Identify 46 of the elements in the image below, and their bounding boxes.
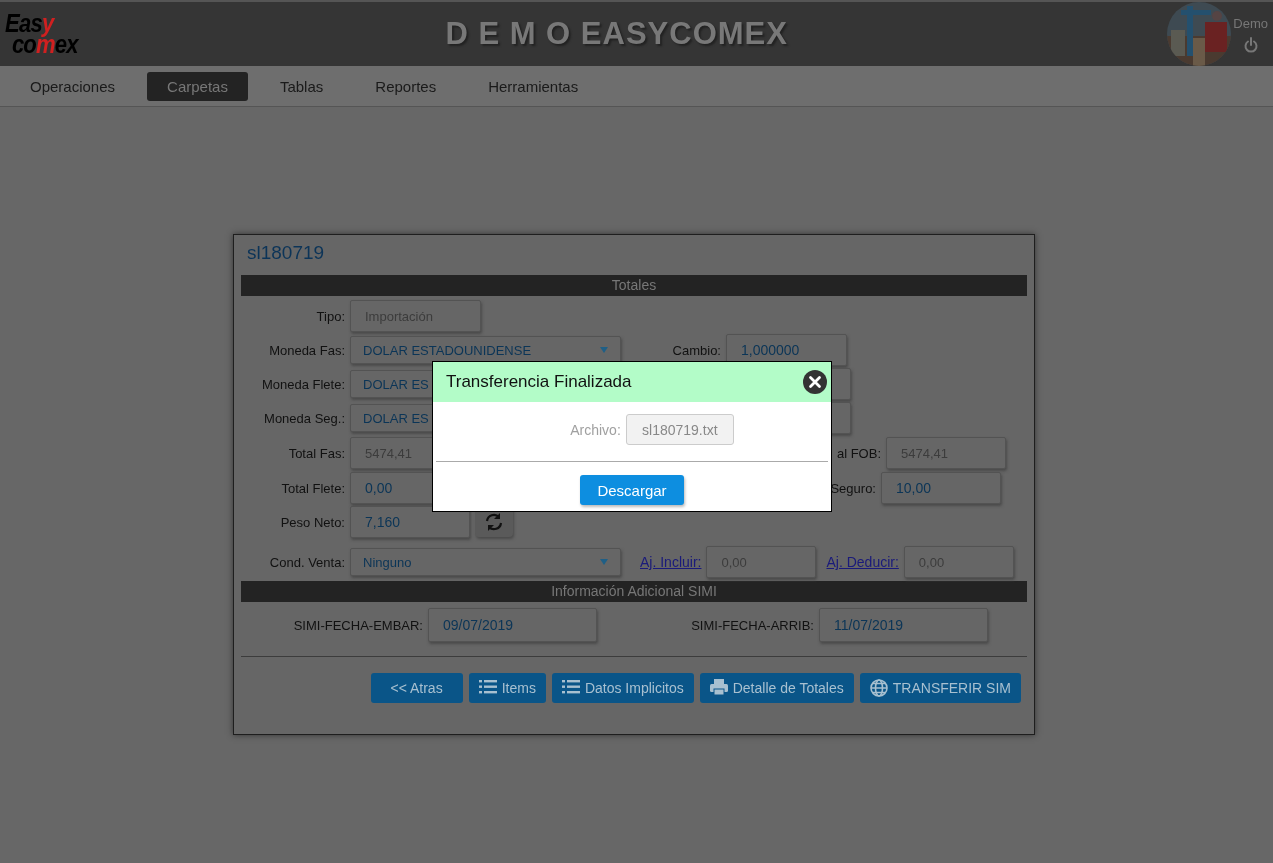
action-button[interactable]: << Atras <box>370 673 463 703</box>
menu-tab[interactable]: Operaciones <box>10 71 136 101</box>
field-label: SIMI-FECHA-ARRIB: <box>690 617 814 633</box>
refresh-icon <box>484 512 504 532</box>
field-label: Total Fas: <box>287 445 345 461</box>
action-button[interactable]: Datos Implicitos <box>551 673 694 703</box>
action-button[interactable]: Items <box>468 673 546 703</box>
field-label: Peso Neto: <box>279 514 345 530</box>
field-label: Moneda Fas: <box>268 342 345 358</box>
globe-icon <box>869 679 888 697</box>
field-label: Seguro: <box>829 480 876 496</box>
dropdown[interactable]: DOLAR ESTADOUNIDENSE <box>350 336 621 364</box>
field-label: Total Flete: <box>280 480 345 496</box>
field-label: Cambio: <box>671 342 721 358</box>
panel-title: sl180719 <box>246 241 326 265</box>
section-header: Información Adicional SIMI <box>241 581 1027 602</box>
printer-icon <box>709 679 728 697</box>
caret-icon <box>600 559 608 565</box>
field-label: Moneda Flete: <box>260 376 345 392</box>
field-label: Archivo: <box>570 421 621 438</box>
power-icon[interactable] <box>1243 37 1258 53</box>
file-field[interactable]: sl180719.txt <box>625 414 734 445</box>
action-button[interactable]: Detalle de Totales <box>699 673 854 703</box>
menu-tab[interactable]: Reportes <box>355 71 457 101</box>
section-header: Totales <box>241 275 1027 296</box>
menu-tab[interactable]: Herramientas <box>468 71 599 101</box>
dialog-title: Transferencia Finalizada <box>446 372 632 392</box>
menu-tab[interactable]: Carpetas <box>147 71 248 101</box>
close-icon[interactable] <box>803 370 827 394</box>
action-button[interactable]: TRANSFERIR SIM <box>859 673 1021 703</box>
input-field[interactable]: 09/07/2019 <box>428 608 597 642</box>
input-field[interactable]: 7,160 <box>350 506 470 538</box>
caret-icon <box>600 347 608 353</box>
field-label: Moneda Seg.: <box>263 410 345 426</box>
link[interactable]: Aj. Deducir: <box>826 554 899 570</box>
input-field[interactable]: 10,00 <box>881 472 1001 504</box>
dropdown[interactable]: Ninguno <box>350 548 621 576</box>
download-button[interactable]: Descargar <box>580 475 684 505</box>
field-label: SIMI-FECHA-EMBAR: <box>292 617 423 633</box>
field-label: Cond. Venta: <box>268 554 345 570</box>
input-field[interactable]: 11/07/2019 <box>819 608 988 642</box>
user-name: Demo <box>1233 16 1268 31</box>
field-label: al FOB: <box>835 445 881 461</box>
link[interactable]: Aj. Incluir: <box>640 554 702 570</box>
field-label: Tipo: <box>315 308 345 324</box>
menu-tab[interactable]: Tablas <box>259 71 344 101</box>
